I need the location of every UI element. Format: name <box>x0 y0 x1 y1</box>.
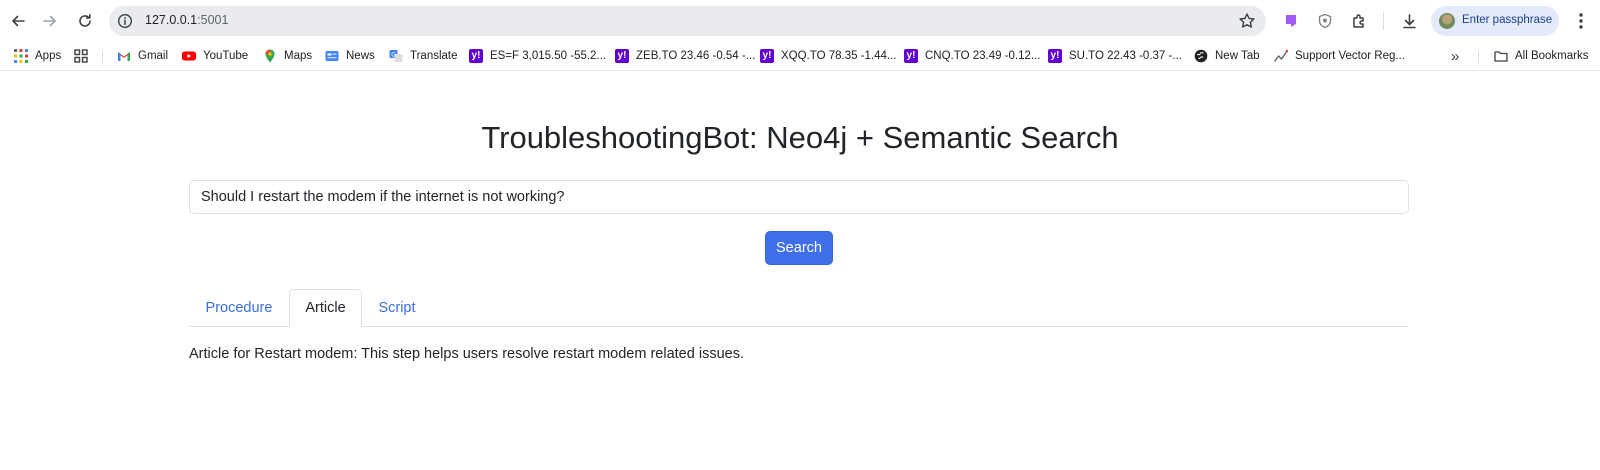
tab-script[interactable]: Script <box>362 289 432 326</box>
bookmark-divider <box>102 51 103 65</box>
bookmark-label: XQQ.TO 78.35 -1.44... <box>781 50 897 62</box>
bookmark-label: Apps <box>35 50 62 62</box>
puzzle-icon <box>1352 13 1364 28</box>
downloads-button[interactable] <box>1398 10 1420 32</box>
bookmark-news[interactable]: News <box>325 47 375 65</box>
bookmark-apps[interactable]: Apps <box>14 47 61 65</box>
profile-chip[interactable]: Enter passphrase <box>1431 6 1559 36</box>
toolbar-divider <box>1383 12 1384 30</box>
bookmark-support-vector[interactable]: Support Vector Reg... <box>1274 47 1405 65</box>
apps-grid-icon <box>14 49 28 63</box>
yahoo-finance-icon: y! <box>615 49 629 63</box>
bookmark-divider <box>1478 51 1479 65</box>
bookmark-label: Translate <box>410 50 458 62</box>
reload-icon <box>79 14 91 27</box>
bookmark-label: SU.TO 22.43 -0.37 -... <box>1069 50 1182 62</box>
result-tabs: Procedure Article Script <box>189 289 1409 327</box>
search-button[interactable]: Search <box>765 231 833 265</box>
search-input[interactable] <box>189 180 1409 214</box>
bookmark-label: Support Vector Reg... <box>1295 50 1405 62</box>
overflow-chevron-icon: » <box>1451 47 1460 65</box>
bookmark-new-tab[interactable]: New Tab <box>1194 47 1260 65</box>
address-bar[interactable]: 127.0.0.1:5001 <box>109 6 1266 36</box>
bookmarks-overflow-button[interactable]: » <box>1451 47 1459 65</box>
url-host: 127.0.0.1 <box>145 13 198 27</box>
avatar <box>1439 13 1455 29</box>
yahoo-finance-icon: y! <box>469 49 483 63</box>
url-text: 127.0.0.1:5001 <box>145 13 228 27</box>
yahoo-finance-icon: y! <box>1048 49 1062 63</box>
maps-pin-icon <box>265 49 275 63</box>
yahoo-finance-icon: y! <box>904 49 918 63</box>
bookmark-label: ZEB.TO 23.46 -0.54 -... <box>636 50 756 62</box>
folder-icon <box>1494 51 1508 62</box>
purple-extension-icon <box>1286 15 1296 27</box>
chart-trend-icon <box>1274 49 1288 62</box>
bookmark-es-f[interactable]: y! ES=F 3,015.50 -55.2... <box>469 47 606 65</box>
tab-procedure[interactable]: Procedure <box>189 289 289 326</box>
url-port: :5001 <box>197 13 229 27</box>
arrow-left-icon <box>12 15 25 27</box>
bookmark-gmail[interactable]: Gmail <box>117 47 168 65</box>
bookmark-label: All Bookmarks <box>1515 50 1589 62</box>
bookmark-su-to[interactable]: y! SU.TO 22.43 -0.37 -... <box>1048 47 1182 65</box>
forward-button[interactable] <box>38 9 62 33</box>
svg-text:G: G <box>391 52 396 58</box>
bookmark-all-bookmarks[interactable]: All Bookmarks <box>1494 47 1589 65</box>
bookmark-label: Gmail <box>138 50 169 62</box>
page-title: TroubleshootingBot: Neo4j + Semantic Sea… <box>481 120 1119 155</box>
result-text: Article for Restart modem: This step hel… <box>189 346 744 362</box>
reload-button[interactable] <box>73 9 97 33</box>
globe-icon <box>1194 49 1208 63</box>
youtube-icon <box>182 51 196 61</box>
yahoo-finance-icon: y! <box>760 49 774 63</box>
bookmarks-bar: Apps Gmail YouTube Maps News G Translate… <box>0 42 1600 71</box>
bookmark-label: News <box>346 50 375 62</box>
arrow-right-icon <box>43 15 56 27</box>
bookmark-label: ES=F 3,015.50 -55.2... <box>490 50 607 62</box>
shield-icon <box>1318 13 1332 29</box>
bookmark-label: Maps <box>284 50 313 62</box>
gmail-icon <box>118 52 130 61</box>
bookmark-label: New Tab <box>1215 50 1260 62</box>
browser-toolbar: 127.0.0.1:5001 Enter passphrase <box>0 0 1600 42</box>
extensions-button[interactable] <box>1348 10 1370 32</box>
info-icon[interactable] <box>117 13 133 29</box>
star-icon[interactable] <box>1238 12 1256 30</box>
translate-icon: G <box>389 50 403 62</box>
bookmark-maps[interactable]: Maps <box>263 47 312 65</box>
tab-article[interactable]: Article <box>289 289 362 327</box>
bookmark-tab-groups[interactable] <box>74 47 95 65</box>
bookmark-label: YouTube <box>203 50 249 62</box>
bookmark-label: CNQ.TO 23.49 -0.12... <box>925 50 1041 62</box>
bookmark-youtube[interactable]: YouTube <box>182 47 248 65</box>
shield-extension-button[interactable] <box>1314 10 1336 32</box>
download-icon <box>1402 13 1416 28</box>
news-icon <box>325 51 339 61</box>
back-button[interactable] <box>6 9 30 33</box>
purple-extension-button[interactable] <box>1280 10 1302 32</box>
bookmark-cnq-to[interactable]: y! CNQ.TO 23.49 -0.12... <box>904 47 1040 65</box>
bookmark-translate[interactable]: G Translate <box>389 47 458 65</box>
grid-icon <box>74 49 88 63</box>
profile-label: Enter passphrase <box>1462 14 1553 26</box>
bookmark-zeb-to[interactable]: y! ZEB.TO 23.46 -0.54 -... <box>615 47 755 65</box>
bookmark-xqq-to[interactable]: y! XQQ.TO 78.35 -1.44... <box>760 47 896 65</box>
kebab-menu-icon[interactable] <box>1570 10 1592 32</box>
